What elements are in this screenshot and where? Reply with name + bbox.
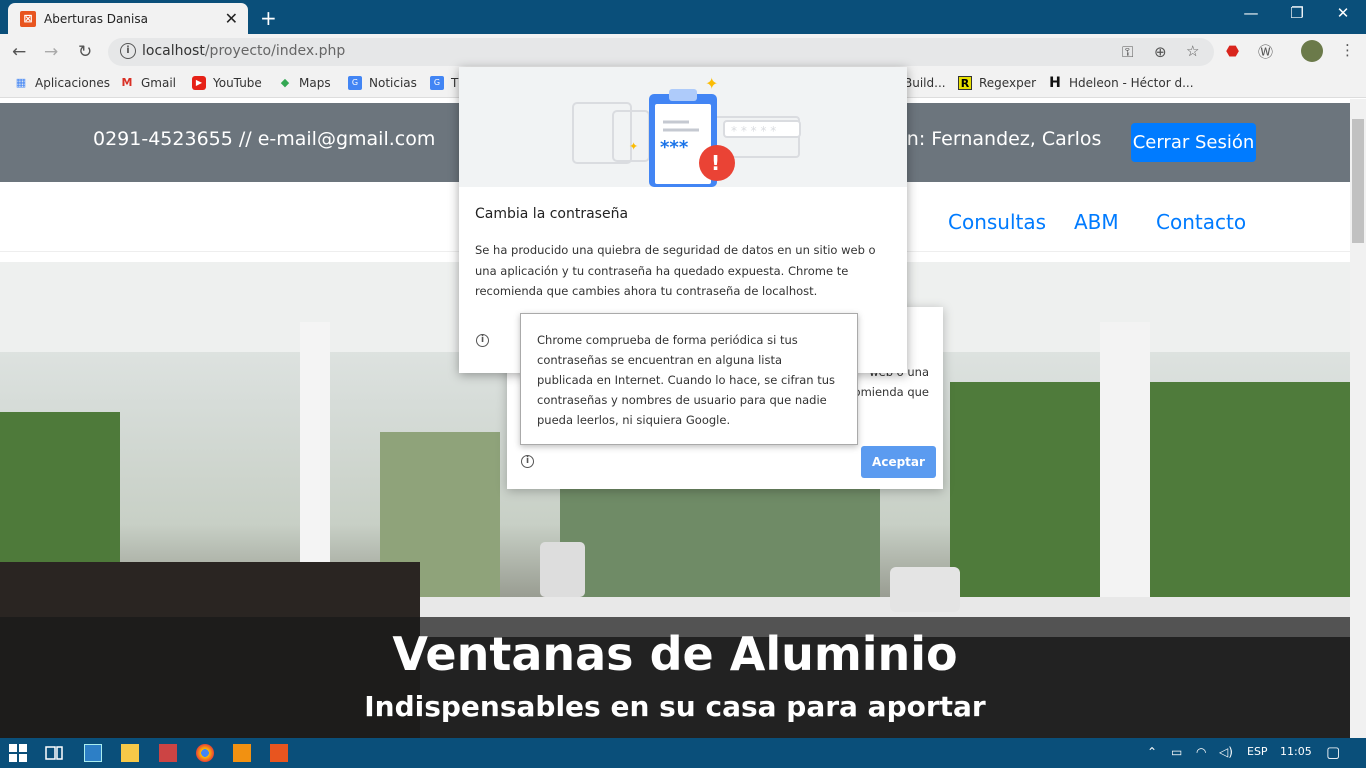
info-icon[interactable]: i bbox=[476, 334, 489, 347]
back-icon[interactable]: ← bbox=[12, 42, 26, 62]
svg-text:* * * * *: * * * * * bbox=[731, 124, 776, 138]
notifications-icon[interactable]: ▢ bbox=[1326, 743, 1340, 761]
maps-pin-icon: ◆ bbox=[280, 76, 290, 89]
hero-caption: Ventanas de Aluminio Indispensables en s… bbox=[0, 617, 1350, 738]
browser-tab[interactable]: ⊠ Aberturas Danisa ✕ bbox=[8, 3, 248, 34]
nav-consultas[interactable]: Consultas bbox=[948, 210, 1046, 234]
restore-icon[interactable]: ❐ bbox=[1274, 4, 1320, 22]
url-path: /proyecto/index.php bbox=[204, 43, 346, 59]
hdeleon-icon: H bbox=[1049, 75, 1061, 91]
browser-titlebar: ⊠ Aberturas Danisa ✕ + — ❐ ✕ bbox=[0, 0, 1366, 34]
new-tab-icon[interactable]: + bbox=[260, 6, 277, 30]
bookmark-translate[interactable]: GT bbox=[430, 76, 458, 90]
password-stars: *** bbox=[660, 137, 689, 158]
calculator-app-icon[interactable] bbox=[84, 744, 102, 762]
info-tooltip: Chrome comprueba de forma periódica si t… bbox=[520, 313, 858, 445]
sublime-taskbar-icon[interactable] bbox=[233, 744, 251, 762]
bookmark-gmail[interactable]: M Gmail bbox=[120, 76, 177, 90]
task-view-icon[interactable] bbox=[45, 744, 63, 762]
bookmark-apps[interactable]: ▦ Aplicaciones bbox=[14, 76, 110, 90]
regexper-icon: R bbox=[958, 76, 972, 90]
nav-abm[interactable]: ABM bbox=[1074, 210, 1119, 234]
nav-contacto[interactable]: Contacto bbox=[1156, 210, 1246, 234]
close-window-icon[interactable]: ✕ bbox=[1320, 4, 1366, 22]
password-illustration-icon: * * * * * *** ! ✦ ✦ bbox=[572, 74, 801, 187]
site-info-icon[interactable]: i bbox=[120, 43, 136, 59]
profile-avatar[interactable] bbox=[1301, 40, 1323, 62]
dialog-body: Se ha producido una quiebra de seguridad… bbox=[475, 243, 876, 298]
dialog-text-snippet: omienda que bbox=[853, 385, 929, 399]
translate-icon: G bbox=[430, 76, 444, 90]
session-user: sión: Fernandez, Carlos bbox=[880, 128, 1102, 150]
adblock-extension-icon[interactable]: ⬣ bbox=[1226, 42, 1239, 60]
youtube-icon: ▶ bbox=[192, 76, 206, 90]
star-icon[interactable]: ☆ bbox=[1186, 42, 1199, 60]
bookmark-label: Hdeleon - Héctor d... bbox=[1069, 76, 1194, 90]
language-indicator[interactable]: ESP bbox=[1247, 745, 1268, 758]
file-explorer-icon[interactable] bbox=[121, 744, 139, 762]
apps-grid-icon: ▦ bbox=[15, 76, 27, 89]
hero-subtitle: Indispensables en su casa para aportar bbox=[364, 690, 986, 723]
svg-text:✦: ✦ bbox=[705, 74, 718, 93]
bookmark-label: Noticias bbox=[369, 76, 417, 90]
forward-icon[interactable]: → bbox=[44, 42, 58, 62]
battery-icon[interactable]: ▭ bbox=[1171, 745, 1182, 759]
windows-start-icon[interactable] bbox=[9, 744, 27, 762]
browser-toolbar: ← → ↻ i localhost/proyecto/index.php ⚿ ⊕… bbox=[0, 34, 1366, 70]
bookmark-label: Build... bbox=[904, 76, 946, 90]
logout-button[interactable]: Cerrar Sesión bbox=[1131, 123, 1256, 162]
windows-taskbar: ⌃ ▭ ◠ ◁) ESP 11:05 ▢ bbox=[0, 738, 1366, 768]
xampp-taskbar-icon[interactable] bbox=[270, 744, 288, 762]
wifi-icon[interactable]: ◠ bbox=[1196, 745, 1206, 759]
url-text: localhost/proyecto/index.php bbox=[142, 43, 345, 59]
close-tab-icon[interactable]: ✕ bbox=[225, 9, 238, 28]
volume-icon[interactable]: ◁) bbox=[1219, 745, 1233, 759]
bookmark-build[interactable]: Build... bbox=[904, 76, 946, 90]
app-icon[interactable] bbox=[159, 744, 177, 762]
scrollbar-thumb[interactable] bbox=[1352, 119, 1364, 243]
svg-text:✦: ✦ bbox=[629, 140, 638, 153]
news-icon: G bbox=[348, 76, 362, 90]
hero-title: Ventanas de Aluminio bbox=[392, 627, 958, 681]
bookmark-hdeleon[interactable]: H Hdeleon - Héctor d... bbox=[1048, 75, 1194, 91]
bookmark-youtube[interactable]: ▶ YouTube bbox=[192, 76, 262, 90]
bookmark-regexper[interactable]: R Regexper bbox=[958, 76, 1036, 90]
clock[interactable]: 11:05 bbox=[1280, 745, 1312, 758]
info-icon[interactable]: i bbox=[521, 455, 534, 468]
bookmark-label: Aplicaciones bbox=[35, 76, 110, 90]
bookmark-noticias[interactable]: G Noticias bbox=[348, 76, 417, 90]
bookmark-label: Maps bbox=[299, 76, 331, 90]
dialog-title: Cambia la contraseña bbox=[475, 206, 629, 222]
bookmark-label: Gmail bbox=[141, 76, 177, 90]
accept-button[interactable]: Aceptar bbox=[861, 446, 936, 478]
bookmark-maps[interactable]: ◆ Maps bbox=[278, 76, 331, 90]
contact-info: 0291-4523655 // e-mail@gmail.com bbox=[93, 128, 436, 150]
svg-text:!: ! bbox=[711, 151, 720, 175]
url-host: localhost bbox=[142, 43, 205, 59]
xampp-favicon-icon: ⊠ bbox=[20, 10, 36, 27]
bookmark-label: YouTube bbox=[213, 76, 262, 90]
bookmark-label: T bbox=[451, 76, 459, 90]
chrome-taskbar-icon[interactable] bbox=[196, 744, 214, 762]
tab-title: Aberturas Danisa bbox=[44, 11, 148, 26]
reload-icon[interactable]: ↻ bbox=[78, 42, 92, 62]
bookmark-label: Regexper bbox=[979, 76, 1037, 90]
gmail-icon: M bbox=[121, 76, 133, 89]
extension-w-icon[interactable]: Ⓦ bbox=[1258, 41, 1273, 62]
page-scrollbar[interactable] bbox=[1350, 99, 1366, 738]
dialog-illustration: * * * * * *** ! ✦ ✦ bbox=[459, 67, 907, 187]
minimize-icon[interactable]: — bbox=[1228, 4, 1274, 22]
show-hidden-icons-icon[interactable]: ⌃ bbox=[1147, 745, 1157, 759]
zoom-icon[interactable]: ⊕ bbox=[1154, 43, 1167, 61]
menu-icon[interactable]: ⋮ bbox=[1340, 41, 1355, 59]
key-icon[interactable]: ⚿ bbox=[1122, 43, 1133, 61]
address-bar[interactable]: i localhost/proyecto/index.php ⚿ ⊕ ☆ bbox=[108, 38, 1214, 66]
